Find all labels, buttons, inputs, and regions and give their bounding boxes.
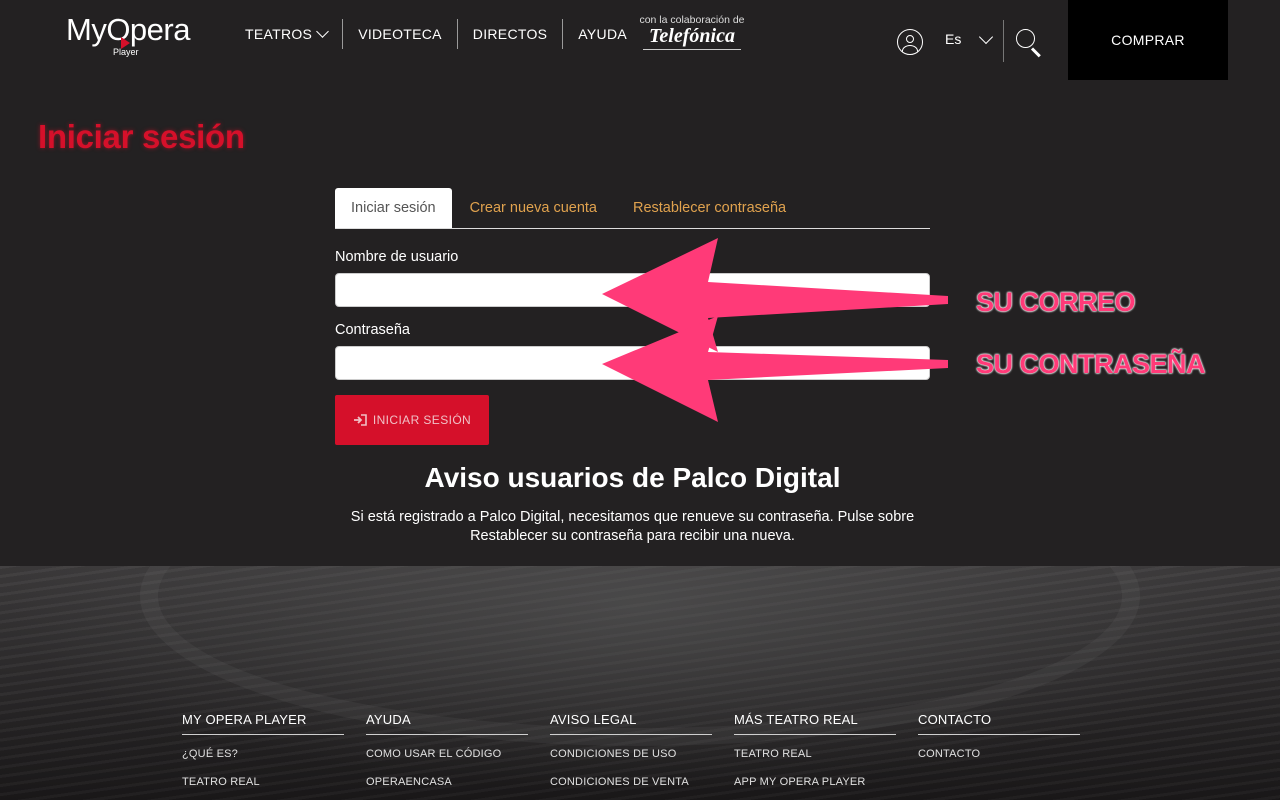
main-nav: TEATROS VIDEOTECA DIRECTOS AYUDA (230, 18, 642, 50)
search-lens (1016, 29, 1035, 48)
login-submit-label: INICIAR SESIÓN (372, 413, 472, 427)
buy-button[interactable]: COMPRAR (1068, 0, 1228, 80)
footer-column: MÁS TEATRO REAL TEATRO REAL APP MY OPERA… (734, 712, 896, 788)
site-header: MyOpera Player TEATROS VIDEOTECA DIRECTO… (0, 0, 1280, 80)
sponsor-logo[interactable]: con la colaboración de Telefónica (634, 14, 750, 50)
username-label: Nombre de usuario (335, 249, 459, 265)
arrow-to-username (602, 238, 948, 352)
footer-column-title: CONTACTO (918, 712, 1080, 735)
footer-column: AYUDA COMO USAR EL CÓDIGO OPERAENCASA (366, 712, 528, 788)
logo-subtitle: Player (113, 47, 139, 57)
notice-text: Si está registrado a Palco Digital, nece… (350, 509, 915, 544)
search-icon[interactable] (1016, 29, 1044, 58)
footer-column: AVISO LEGAL CONDICIONES DE USO CONDICION… (550, 712, 712, 788)
user-head-shape (906, 35, 914, 43)
footer-link[interactable]: CONDICIONES DE USO (550, 748, 712, 760)
footer-link[interactable]: CONDICIONES DE VENTA (550, 776, 712, 788)
nav-item-teatros[interactable]: TEATROS (230, 19, 342, 49)
footer-column: MY OPERA PLAYER ¿QUÉ ES? TEATRO REAL (182, 712, 344, 788)
sign-in-icon (353, 414, 367, 426)
tab-reset-password[interactable]: Restablecer contraseña (615, 188, 804, 228)
header-divider (1003, 20, 1004, 62)
callout-password: SU CONTRASEÑA (976, 349, 1206, 379)
nav-item-label: TEATROS (245, 26, 313, 42)
myopera-logo[interactable]: MyOpera Player (66, 10, 216, 57)
notice-title: Aviso usuarios de Palco Digital (424, 462, 841, 493)
login-tabs: Iniciar sesión Crear nueva cuenta Restab… (335, 188, 930, 229)
arrow-to-password (602, 316, 948, 422)
sponsor-underline (643, 49, 741, 50)
footer-link[interactable]: APP MY OPERA PLAYER (734, 776, 896, 788)
footer-link[interactable]: TEATRO REAL (182, 776, 344, 788)
page-title: Iniciar sesión (38, 118, 245, 155)
footer-link[interactable]: ¿QUÉ ES? (182, 748, 344, 760)
footer-column: CONTACTO CONTACTO (918, 712, 1080, 788)
nav-item-ayuda[interactable]: AYUDA (563, 19, 642, 49)
footer-column-title: AYUDA (366, 712, 528, 735)
search-handle (1030, 47, 1041, 58)
footer-columns: MY OPERA PLAYER ¿QUÉ ES? TEATRO REAL AYU… (182, 712, 1080, 788)
footer-link[interactable]: OPERAENCASA (366, 776, 528, 788)
chevron-down-icon (316, 25, 330, 38)
tab-login[interactable]: Iniciar sesión (335, 188, 452, 228)
language-value: Es (945, 31, 962, 47)
footer-link[interactable]: TEATRO REAL (734, 748, 896, 760)
tab-create-account[interactable]: Crear nueva cuenta (452, 188, 615, 228)
annotation-arrows (602, 238, 948, 422)
nav-item-videoteca[interactable]: VIDEOTECA (343, 19, 457, 49)
chevron-down-icon (979, 29, 994, 44)
callout-email: SU CORREO (976, 287, 1136, 317)
footer-column-title: AVISO LEGAL (550, 712, 712, 735)
sponsor-name: Telefónica (649, 25, 735, 47)
footer-column-title: MY OPERA PLAYER (182, 712, 344, 735)
language-selector[interactable]: Es (945, 29, 994, 47)
password-label: Contraseña (335, 322, 410, 338)
footer-link[interactable]: COMO USAR EL CÓDIGO (366, 748, 528, 760)
footer-column-title: MÁS TEATRO REAL (734, 712, 896, 735)
user-body-shape (902, 45, 918, 54)
login-submit-button[interactable]: INICIAR SESIÓN (335, 395, 489, 445)
nav-item-directos[interactable]: DIRECTOS (458, 19, 563, 49)
footer-link[interactable]: CONTACTO (918, 748, 1080, 760)
site-footer: MY OPERA PLAYER ¿QUÉ ES? TEATRO REAL AYU… (0, 566, 1280, 800)
user-account-icon[interactable] (897, 29, 923, 55)
